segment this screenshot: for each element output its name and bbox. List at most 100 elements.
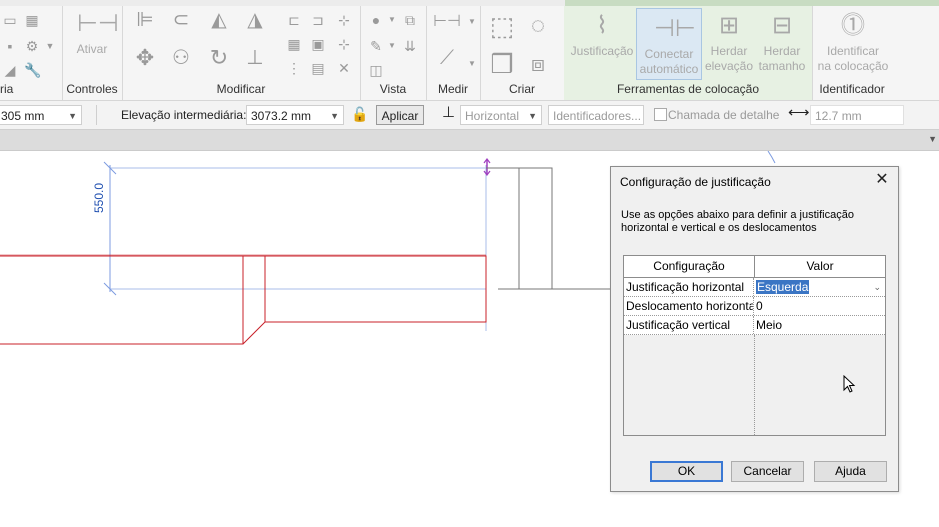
row-value: Esquerda <box>756 280 810 294</box>
ribbon-group-controles: ⊢⊣ Ativar Controles <box>62 6 123 100</box>
scale-icon[interactable]: ▣ <box>310 36 326 52</box>
chevron-down-icon: ▼ <box>68 111 77 121</box>
tool-icon[interactable]: ◢ <box>2 62 18 78</box>
table-row[interactable]: Deslocamento horizontal 0 <box>624 297 885 316</box>
trim-icon[interactable]: ⊥ <box>242 48 268 68</box>
inherit-size-icon: ⊟ <box>771 12 793 39</box>
inherit-elevation-icon: ⊞ <box>718 12 740 39</box>
wrench-icon[interactable]: 🔧 <box>24 62 41 78</box>
horizontal-justification-dropdown[interactable]: Esquerda ⌄ <box>756 278 883 296</box>
options-bar: 305 mm ▼ Elevação intermediária: 3073.2 … <box>0 101 939 130</box>
chevron-down-icon[interactable]: ⌄ <box>873 278 881 296</box>
brush-icon[interactable]: ✎ <box>368 38 384 54</box>
divider <box>96 105 97 125</box>
array-icon[interactable]: ▦ <box>286 36 302 52</box>
ribbon-group-criar: ⬚ ◌ ❒ ⧈ Criar <box>480 6 565 100</box>
identifiers-button[interactable]: Identificadores... <box>548 105 644 125</box>
unlock-icon[interactable]: 🔓 <box>351 106 368 122</box>
ribbon-group-modificar: ⊫ ⊂ ◭ ◮ ✥ ⚇ ↻ ⊥ ⊏ ⊐ ⊹ ▦ ▣ ⊹ ⋮ ▤ ✕ Modifi… <box>122 6 361 100</box>
rotate-icon[interactable]: ↻ <box>206 47 232 69</box>
ribbon-group-ferramentas-de-colocacao: ⌇ Justificação ⊣⊢ Conectar automático ⊞ … <box>564 6 813 100</box>
lightbulb-icon[interactable]: ● <box>368 12 384 28</box>
orientation-dropdown[interactable]: Horizontal ▼ <box>460 105 542 125</box>
identificar-na-colocacao-button[interactable]: ⓵ Identificar na colocação <box>816 12 890 74</box>
group-label: Criar <box>509 82 535 96</box>
column-header-configuracao: Configuração <box>624 256 755 278</box>
justificacao-button[interactable]: ⌇ Justificação <box>568 12 636 59</box>
array-grid-icon[interactable]: ▤ <box>310 60 326 76</box>
mouse-cursor-icon <box>843 375 856 393</box>
ribbon-group-partial: ▭ ▦ ▪ ⚙ ▼ ◢ 🔧 ria <box>0 6 63 100</box>
group-label: Medir <box>437 82 468 96</box>
chevron-down-icon[interactable]: ▼ <box>464 56 480 72</box>
tool-icon[interactable]: ▦ <box>24 12 40 28</box>
tool-icon[interactable]: ▭ <box>2 12 18 28</box>
tag-icon: ⓵ <box>841 12 865 39</box>
tool-icon[interactable]: ⚙ <box>24 38 40 54</box>
create-group-icon[interactable]: ❒ <box>488 50 516 78</box>
copy-icon[interactable]: ⚇ <box>168 48 194 68</box>
help-button[interactable]: Ajuda <box>814 461 887 482</box>
table-row[interactable]: Justificação vertical Meio <box>624 316 885 335</box>
apply-button[interactable]: Aplicar <box>376 105 424 125</box>
ativar-button[interactable]: ⊢⊣ Ativar <box>70 10 119 57</box>
activate-icon: ⊢⊣ <box>77 10 119 37</box>
elevation-dropdown[interactable]: 3073.2 mm ▼ <box>246 105 344 125</box>
offset-icon[interactable]: ⊂ <box>168 10 194 30</box>
tool-icon[interactable]: ▪ <box>2 38 18 54</box>
group-label: ria <box>0 82 14 96</box>
justification-dialog: Configuração de justificação ✕ Use as op… <box>610 166 899 492</box>
column-divider <box>754 335 755 435</box>
create-part-icon[interactable]: ⬚ <box>488 12 516 40</box>
row-setting: Deslocamento horizontal <box>626 297 754 315</box>
delete-icon[interactable]: ✕ <box>336 60 352 76</box>
split-icon[interactable]: ⊏ <box>286 12 302 28</box>
measure-icon[interactable]: ⊢⊣ <box>432 14 462 30</box>
chevron-down-icon[interactable]: ▼ <box>42 38 58 54</box>
group-label: Ferramentas de colocação <box>616 82 760 96</box>
herdar-tamanho-button[interactable]: ⊟ Herdar tamanho <box>756 12 808 74</box>
mirror-draw-icon[interactable]: ◮ <box>242 10 268 30</box>
row-value[interactable]: 0 <box>756 297 883 315</box>
view-tab-strip: ▼ <box>0 130 939 151</box>
chevron-down-icon[interactable]: ▼ <box>928 134 937 144</box>
create-similar-icon[interactable]: ◌ <box>524 12 552 40</box>
filter-icon[interactable]: ⇊ <box>402 38 418 54</box>
cancel-button[interactable]: Cancelar <box>731 461 804 482</box>
row-setting: Justificação horizontal <box>626 278 754 296</box>
settings-grid: Configuração Valor Justificação horizont… <box>623 255 886 436</box>
ribbon-group-identificador: ⓵ Identificar na colocação Identificador <box>812 6 892 100</box>
detail-callout-label: Chamada de detalhe <box>668 108 780 122</box>
move-icon[interactable]: ✥ <box>132 47 158 69</box>
align-icon[interactable]: ⊫ <box>132 10 158 30</box>
3d-box-icon[interactable]: ⧉ <box>402 12 418 28</box>
unpin-icon[interactable]: ⊹ <box>336 36 352 52</box>
mirror-icon[interactable]: ◭ <box>206 10 232 30</box>
row-value[interactable]: Meio <box>756 316 883 334</box>
size-dropdown[interactable]: 305 mm ▼ <box>0 105 82 125</box>
split-gap-icon[interactable]: ⊐ <box>310 12 326 28</box>
ribbon-group-vista: ● ▼ ⧉ ✎ ▼ ⇊ ◫ Vista <box>360 6 427 100</box>
chevron-down-icon[interactable]: ▼ <box>384 12 400 28</box>
herdar-elevacao-button[interactable]: ⊞ Herdar elevação <box>704 12 754 74</box>
ok-button[interactable]: OK <box>650 461 723 482</box>
orientation-icon: ⊥ <box>442 104 456 121</box>
auto-connect-icon: ⊣⊢ <box>654 15 696 42</box>
distance-icon: ⟷ <box>788 104 810 121</box>
elevation-label: Elevação intermediária: <box>121 108 247 122</box>
extend-icon[interactable]: ⋮ <box>286 60 302 76</box>
chevron-down-icon[interactable]: ▼ <box>384 38 400 54</box>
assembly-icon[interactable]: ⧈ <box>524 50 552 78</box>
dimension-label[interactable]: 550.0 <box>92 173 106 213</box>
row-setting: Justificação vertical <box>626 316 754 334</box>
close-icon[interactable]: ✕ <box>874 172 890 188</box>
detail-callout-checkbox[interactable] <box>654 108 667 121</box>
chevron-down-icon[interactable]: ▼ <box>464 14 480 30</box>
distance-field[interactable]: 12.7 mm <box>810 105 904 125</box>
view-cube-icon[interactable]: ◫ <box>368 62 384 78</box>
dialog-title: Configuração de justificação <box>620 175 771 189</box>
dimension-icon[interactable]: ⟋ <box>432 48 462 68</box>
pin-icon[interactable]: ⊹ <box>336 12 352 28</box>
conectar-automatico-button[interactable]: ⊣⊢ Conectar automático <box>636 8 702 80</box>
table-row[interactable]: Justificação horizontal Esquerda ⌄ <box>624 278 885 297</box>
